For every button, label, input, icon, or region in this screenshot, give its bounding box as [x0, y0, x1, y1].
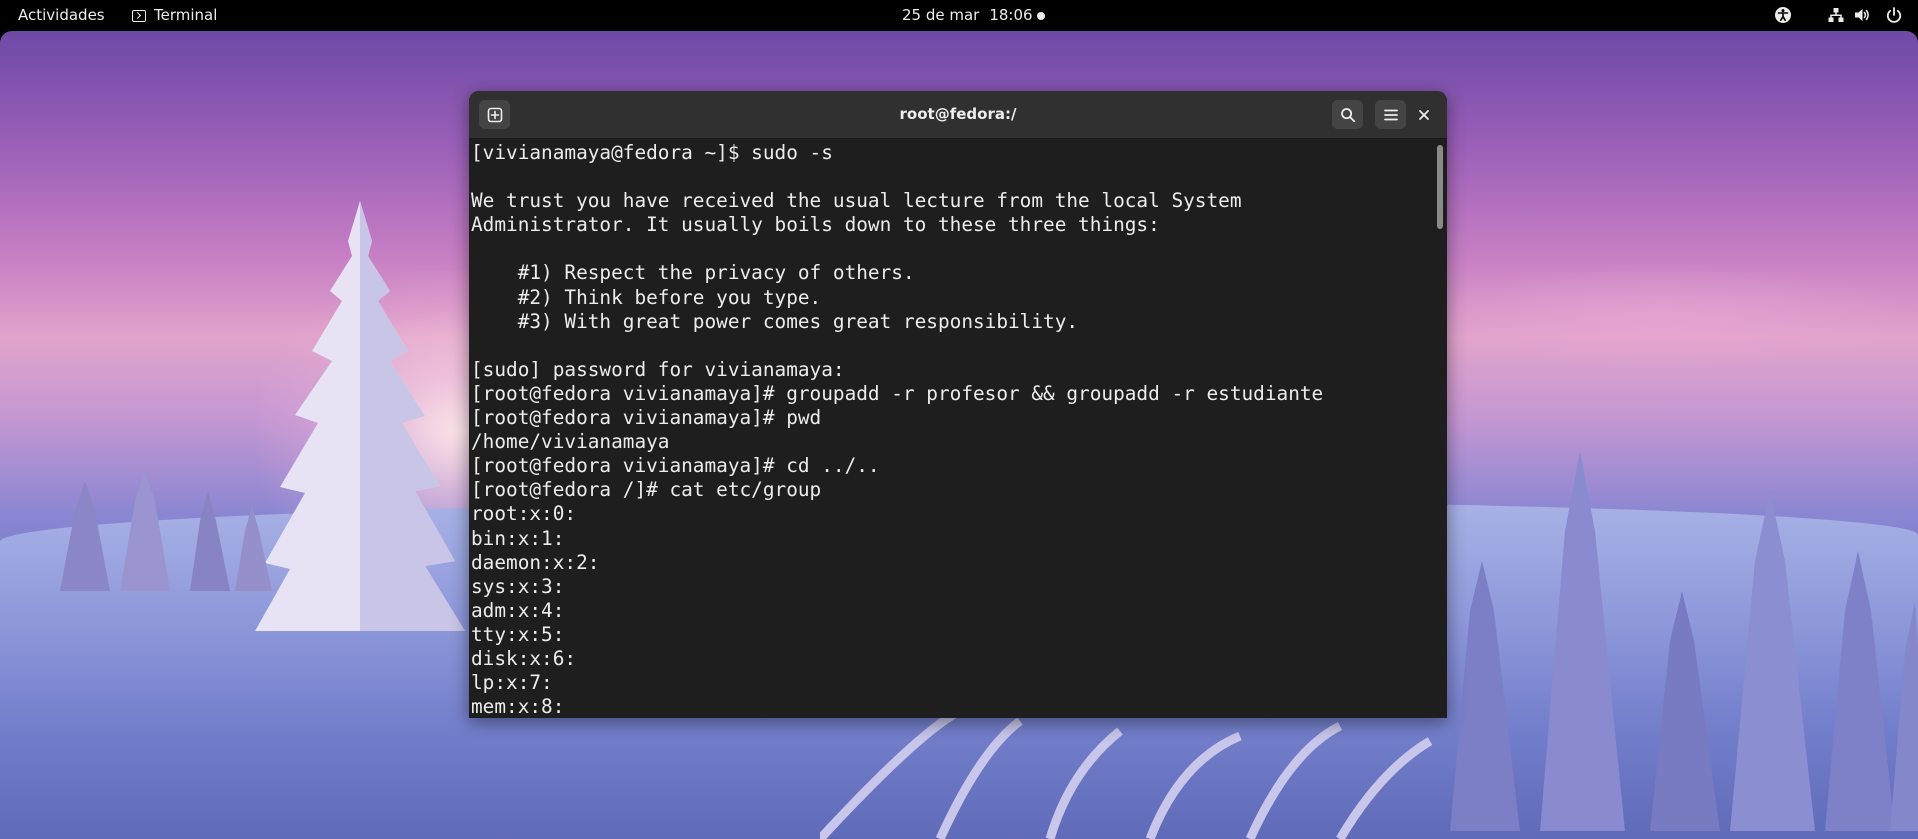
clock-button[interactable]: 25 de mar 18:06 [902, 0, 1033, 31]
terminal-line: [root@fedora /]# cat etc/group [471, 478, 822, 502]
search-button[interactable] [1332, 100, 1363, 129]
network-icon[interactable] [1827, 6, 1845, 24]
notification-dot-icon [1037, 12, 1045, 20]
terminal-line: disk:x:6: [471, 646, 577, 670]
terminal-line: [root@fedora vivianamaya]# groupadd -r p… [471, 381, 1324, 405]
clock-date: 25 de mar [902, 6, 980, 24]
terminal-line: [sudo] password for vivianamaya: [471, 357, 845, 381]
terminal-scrollbar[interactable] [1433, 139, 1447, 718]
snow-trees-left [60, 471, 272, 591]
terminal-window: root@fedora:/ [vivianamaya@fedora ~]$ su… [469, 91, 1447, 718]
cloud-band [1400, 261, 1918, 371]
terminal-line: tty:x:5: [471, 622, 565, 646]
close-icon [1418, 109, 1429, 120]
terminal-line: [vivianamaya@fedora ~]$ sudo -s [471, 141, 833, 164]
terminal-line: root:x:0: [471, 502, 577, 526]
terminal-line: #1) Respect the privacy of others. [471, 261, 915, 285]
accessibility-icon[interactable] [1774, 6, 1792, 24]
main-menu-button[interactable] [1375, 100, 1406, 129]
new-tab-icon [487, 107, 502, 122]
terminal-app-icon [132, 9, 146, 22]
terminal-line: /home/vivianamaya [471, 430, 670, 454]
clock-time: 18:06 [989, 6, 1033, 24]
power-icon[interactable] [1885, 6, 1903, 24]
terminal-line: mem:x:8: [471, 695, 565, 718]
window-title: root@fedora:/ [899, 105, 1017, 123]
terminal-line: Administrator. It usually boils down to … [471, 213, 1160, 237]
terminal-line: #2) Think before you type. [471, 285, 822, 309]
terminal-line: daemon:x:2: [471, 550, 600, 574]
activities-button[interactable]: Actividades [18, 0, 105, 31]
terminal-line: adm:x:4: [471, 598, 565, 622]
terminal-line: #3) With great power comes great respons… [471, 309, 1079, 333]
top-bar: Actividades Terminal 25 de mar 18:06 [0, 0, 1918, 31]
terminal-line: We trust you have received the usual lec… [471, 189, 1242, 213]
volume-icon[interactable] [1853, 6, 1871, 24]
snow-trees-right [1450, 451, 1918, 831]
new-tab-button[interactable] [479, 100, 510, 129]
terminal-line: lp:x:7: [471, 671, 553, 695]
app-menu-label: Terminal [154, 6, 218, 24]
scrollbar-thumb[interactable] [1437, 145, 1443, 229]
terminal-output[interactable]: [vivianamaya@fedora ~]$ sudo -s We trust … [469, 139, 1433, 718]
terminal-line: sys:x:3: [471, 574, 565, 598]
frosty-branches [820, 711, 1433, 839]
app-menu-button[interactable]: Terminal [132, 0, 217, 31]
close-button[interactable] [1408, 100, 1439, 129]
menu-icon [1383, 109, 1398, 120]
terminal-text: [vivianamaya@fedora ~]$ sudo -s We trust … [469, 139, 1433, 718]
terminal-line: bin:x:1: [471, 526, 565, 550]
terminal-line: [root@fedora vivianamaya]# cd ../.. [471, 454, 880, 478]
window-headerbar: root@fedora:/ [469, 91, 1447, 139]
search-icon [1340, 107, 1355, 122]
snow-tree-large [255, 201, 465, 631]
terminal-line: [root@fedora vivianamaya]# pwd [471, 406, 822, 430]
